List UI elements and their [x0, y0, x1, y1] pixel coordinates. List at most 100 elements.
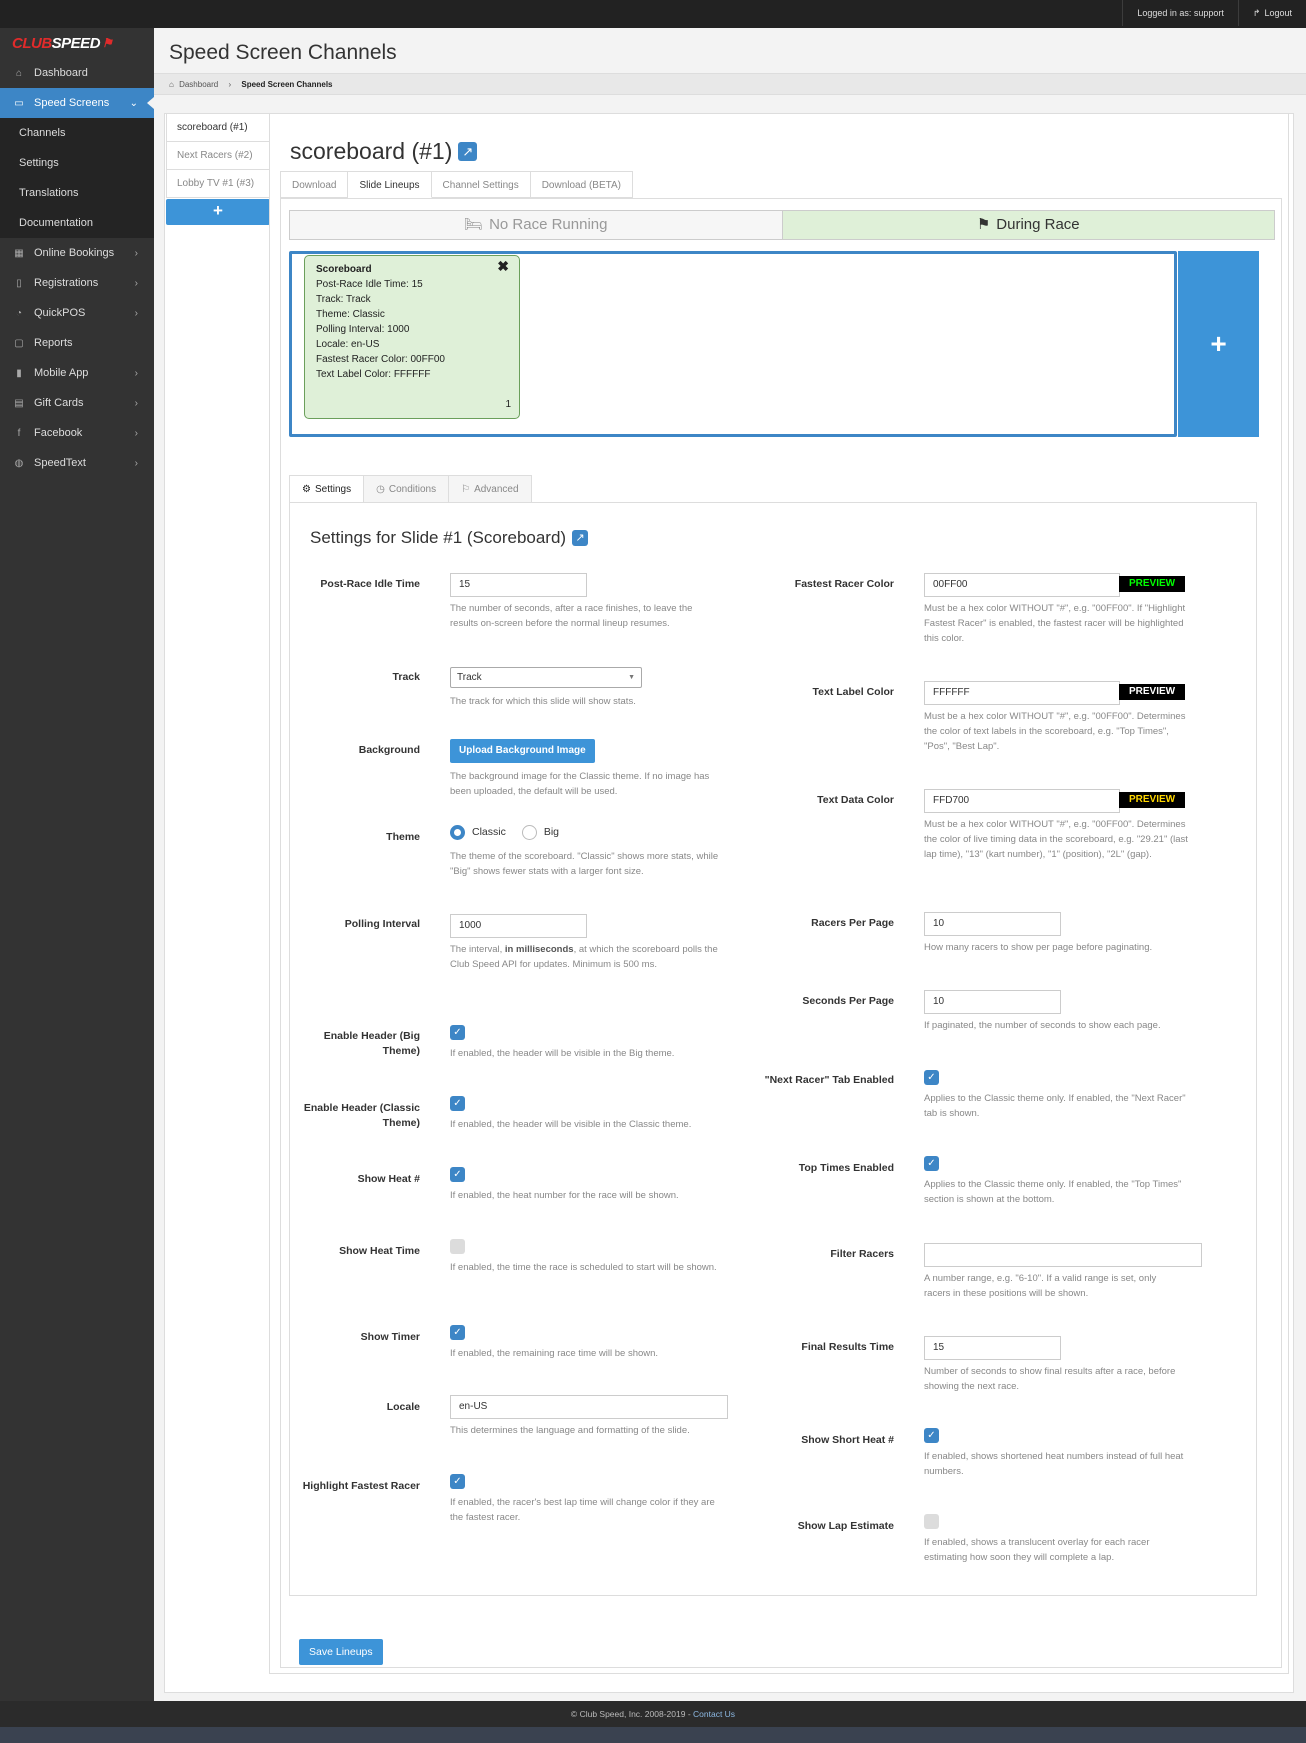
external-link-icon[interactable]: ↗: [458, 142, 478, 161]
locale-help: This determines the language and formatt…: [450, 1425, 690, 1436]
sidebar-item-settings[interactable]: Settings: [0, 148, 154, 178]
background-group: Upload Background Image The background i…: [450, 739, 730, 799]
top-times-help: Applies to the Classic theme only. If en…: [924, 1179, 1182, 1205]
bottom-bar: [0, 1727, 1306, 1743]
racers-per-page-input[interactable]: 10: [924, 912, 1061, 936]
header-classic-checkbox[interactable]: ✓: [450, 1096, 465, 1111]
channel-tab-next-racers[interactable]: Next Racers (#2): [166, 142, 270, 170]
label-top-times: Top Times Enabled: [798, 1162, 894, 1174]
calendar-icon: ▦: [14, 247, 24, 259]
sidebar-item-gift-cards[interactable]: ▤ Gift Cards ›: [0, 388, 154, 418]
sidebar-item-channels[interactable]: Channels: [0, 118, 154, 148]
sidebar-item-dashboard[interactable]: ⌂ Dashboard: [0, 58, 154, 88]
lap-estimate-checkbox[interactable]: [924, 1514, 939, 1529]
short-heat-checkbox[interactable]: ✓: [924, 1428, 939, 1443]
slide-card-title: Scoreboard: [316, 264, 372, 275]
tab-channel-settings[interactable]: Channel Settings: [431, 171, 531, 198]
post-race-idle-input[interactable]: 15: [450, 573, 587, 597]
add-slide-button[interactable]: +: [1178, 251, 1259, 437]
show-heat-checkbox[interactable]: ✓: [450, 1167, 465, 1182]
check-icon: ✓: [453, 1476, 462, 1487]
lineup-dropzone[interactable]: Scoreboard Post-Race Idle Time: 15 Track…: [289, 251, 1177, 437]
slide-card[interactable]: Scoreboard Post-Race Idle Time: 15 Track…: [304, 255, 520, 419]
sidebar-item-speed-screens[interactable]: ▭ Speed Screens ⌄: [0, 88, 154, 118]
final-results-input[interactable]: 15: [924, 1336, 1061, 1360]
chevron-down-icon: ▼: [628, 674, 635, 681]
tab-slide-lineups[interactable]: Slide Lineups: [348, 171, 432, 198]
breadcrumb-dashboard[interactable]: Dashboard: [179, 80, 218, 89]
fastest-color-group: 00FF00 PREVIEW Must be a hex color WITHOU…: [924, 573, 1194, 646]
data-color-help: Must be a hex color WITHOUT "#", e.g. "0…: [924, 819, 1188, 860]
logout-link[interactable]: ↱ Logout: [1237, 0, 1306, 26]
top-nav: Logged in as: support ↱ Logout: [1122, 0, 1306, 26]
text-data-color-input[interactable]: FFD700: [924, 789, 1120, 813]
slide-card-line: Polling Interval: 1000: [316, 324, 410, 335]
external-link-icon[interactable]: ↗: [572, 530, 589, 546]
sidebar-item-facebook[interactable]: f Facebook ›: [0, 418, 154, 448]
filter-racers-input[interactable]: [924, 1243, 1202, 1267]
radio-unchecked-icon: [521, 824, 537, 840]
header-classic-help: If enabled, the header will be visible i…: [450, 1119, 692, 1130]
upload-background-button[interactable]: Upload Background Image: [450, 739, 595, 763]
contact-us-link[interactable]: Contact Us: [693, 1709, 735, 1719]
top-times-checkbox[interactable]: ✓: [924, 1156, 939, 1171]
tab-download-beta[interactable]: Download (BETA): [530, 171, 633, 198]
label-final-results: Final Results Time: [801, 1341, 894, 1353]
sidebar-item-speedtext[interactable]: ◍ SpeedText ›: [0, 448, 154, 478]
footer: © Club Speed, Inc. 2008-2019 - Contact U…: [0, 1701, 1306, 1727]
text-label-color-input[interactable]: FFFFFF: [924, 681, 1120, 705]
polling-interval-input[interactable]: 1000: [450, 914, 587, 938]
home-icon: ⌂: [15, 67, 23, 79]
tab-advanced[interactable]: ⚐ Advanced: [449, 475, 532, 503]
tab-settings[interactable]: ⚙ Settings: [289, 475, 365, 503]
add-channel-button[interactable]: +: [166, 199, 270, 225]
header-big-group: ✓ If enabled, the header will be visible…: [450, 1025, 730, 1061]
post-race-idle-group: 15 The number of seconds, after a race f…: [450, 573, 700, 631]
highlight-fastest-checkbox[interactable]: ✓: [450, 1474, 465, 1489]
tab-download[interactable]: Download: [280, 171, 349, 198]
sidebar-item-online-bookings[interactable]: ▦ Online Bookings ›: [0, 238, 154, 268]
sidebar-item-documentation[interactable]: Documentation: [0, 208, 154, 238]
logout-icon: ↱: [1252, 8, 1261, 18]
channel-tab-scoreboard[interactable]: scoreboard (#1): [166, 114, 270, 142]
sidebar-nav: ⌂ Dashboard ▭ Speed Screens ⌄ Channels Sett…: [0, 58, 154, 478]
channel-tab-lobby-tv[interactable]: Lobby TV #1 (#3): [166, 170, 270, 198]
show-heat-time-checkbox[interactable]: [450, 1239, 465, 1254]
show-timer-checkbox[interactable]: ✓: [450, 1325, 465, 1340]
seconds-per-page-input[interactable]: 10: [924, 990, 1061, 1014]
highlight-help: If enabled, the racer's best lap time wi…: [450, 1497, 715, 1523]
track-select[interactable]: Track ▼: [450, 667, 642, 688]
label-locale: Locale: [386, 1401, 420, 1413]
theme-radio-big[interactable]: Big: [521, 824, 559, 840]
racers-per-page-group: 10 How many racers to show per page befo…: [924, 912, 1194, 955]
lap-estimate-group: If enabled, shows a translucent overlay …: [924, 1514, 1194, 1565]
sidebar-item-mobile-app[interactable]: ▮ Mobile App ›: [0, 358, 154, 388]
toggle-during-race[interactable]: ⚑ During Race: [781, 211, 1274, 239]
theme-help: The theme of the scoreboard. "Classic" s…: [450, 851, 719, 877]
toggle-no-race-running[interactable]: 🛏 No Race Running: [290, 211, 782, 239]
club-speed-logo[interactable]: CLUB SPEED ⚑: [0, 28, 154, 58]
sidebar-item-quickpos[interactable]: ◔ QuickPOS ›: [0, 298, 154, 328]
chevron-right-icon: ›: [134, 427, 138, 439]
theme-radio-classic[interactable]: Classic: [450, 824, 506, 840]
chevron-right-icon: ›: [134, 247, 138, 259]
sidebar-item-reports[interactable]: ▢ Reports: [0, 328, 154, 358]
close-icon[interactable]: ✖: [497, 259, 509, 274]
save-lineups-button[interactable]: Save Lineups: [299, 1639, 383, 1665]
next-racer-tab-checkbox[interactable]: ✓: [924, 1070, 939, 1085]
label-color-group: FFFFFF PREVIEW Must be a hex color WITHOU…: [924, 681, 1194, 754]
locale-input[interactable]: en-US: [450, 1395, 728, 1419]
label-highlight-fastest: Highlight Fastest Racer: [302, 1480, 420, 1492]
sidebar-item-registrations[interactable]: ▯ Registrations ›: [0, 268, 154, 298]
plus-icon: +: [213, 201, 223, 220]
header-big-help: If enabled, the header will be visible i…: [450, 1048, 675, 1059]
seconds-per-page-group: 10 If paginated, the number of seconds t…: [924, 990, 1194, 1033]
fastest-color-input[interactable]: 00FF00: [924, 573, 1120, 597]
label-polling-interval: Polling Interval: [344, 918, 420, 930]
tab-conditions[interactable]: ◷ Conditions: [364, 475, 450, 503]
plus-icon: +: [1210, 328, 1227, 359]
facebook-icon: f: [17, 427, 21, 439]
header-big-checkbox[interactable]: ✓: [450, 1025, 465, 1040]
sidebar-item-translations[interactable]: Translations: [0, 178, 154, 208]
label-next-racer-tab: "Next Racer" Tab Enabled: [764, 1074, 894, 1086]
